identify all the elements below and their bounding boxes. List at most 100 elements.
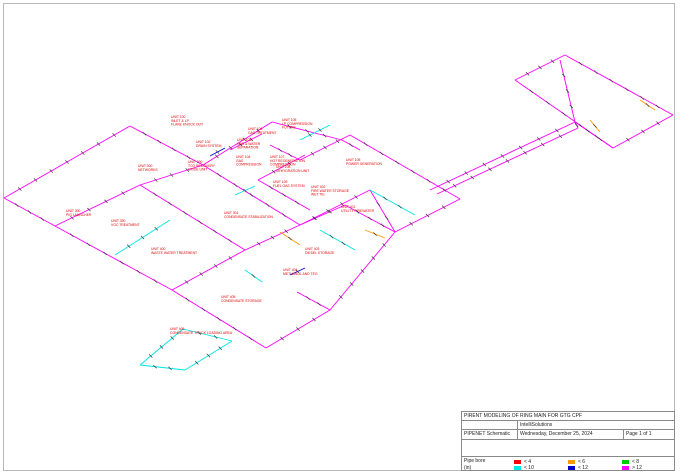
pipe-node[interactable] xyxy=(368,216,372,221)
pipe-node[interactable] xyxy=(288,236,292,241)
pipe-node[interactable] xyxy=(121,191,125,196)
pipe-node[interactable] xyxy=(411,169,415,174)
pipe-node[interactable] xyxy=(284,229,289,234)
pipe-node[interactable] xyxy=(168,201,172,206)
pipe-node[interactable] xyxy=(136,269,141,274)
pipe-node[interactable] xyxy=(593,124,597,128)
pipe-node[interactable] xyxy=(215,150,220,154)
pipe-node[interactable] xyxy=(500,154,505,158)
pipe-node[interactable] xyxy=(185,297,190,302)
pipe-node[interactable] xyxy=(228,238,232,243)
pipe-node[interactable] xyxy=(251,274,256,278)
pipe-segment[interactable] xyxy=(171,249,246,291)
pipe-node[interactable] xyxy=(157,139,162,144)
pipe-node[interactable] xyxy=(578,61,583,66)
pipe-node[interactable] xyxy=(518,145,523,150)
pipe-node[interactable] xyxy=(270,235,275,240)
pipe-node[interactable] xyxy=(425,213,430,218)
pipe-node[interactable] xyxy=(598,137,603,142)
pipe-node[interactable] xyxy=(555,128,559,133)
pipe-node[interactable] xyxy=(470,175,475,180)
pipe-node[interactable] xyxy=(317,302,321,306)
pipe-node[interactable] xyxy=(452,183,457,188)
pipe-node[interactable] xyxy=(153,279,158,283)
pipe-segment[interactable] xyxy=(296,291,331,311)
pipe-node[interactable] xyxy=(14,203,19,207)
pipe-node[interactable] xyxy=(233,183,238,187)
pipe-node[interactable] xyxy=(398,204,402,209)
pipe-node[interactable] xyxy=(645,103,650,107)
pipe-node[interactable] xyxy=(318,128,322,132)
pipe-node[interactable] xyxy=(323,145,327,150)
pipe-node[interactable] xyxy=(609,78,614,83)
pipe-node[interactable] xyxy=(550,59,555,64)
pipe-node[interactable] xyxy=(383,196,387,201)
pipe-node[interactable] xyxy=(308,133,312,137)
pipe-node[interactable] xyxy=(540,142,545,147)
pipe-node[interactable] xyxy=(562,112,566,116)
pipe-node[interactable] xyxy=(558,134,563,139)
pipe-node[interactable] xyxy=(395,160,399,165)
pipe-node[interactable] xyxy=(171,147,176,152)
pipe-node[interactable] xyxy=(198,220,202,224)
pipe-node[interactable] xyxy=(120,260,124,265)
pipe-node[interactable] xyxy=(335,139,340,144)
pipe-node[interactable] xyxy=(282,193,286,197)
pipe-node[interactable] xyxy=(464,171,469,175)
pipe-node[interactable] xyxy=(655,104,660,109)
pipe-node[interactable] xyxy=(69,233,74,237)
pipe-node[interactable] xyxy=(288,153,292,157)
pipe-node[interactable] xyxy=(523,150,527,155)
pipe-node[interactable] xyxy=(278,148,282,152)
pipe-node[interactable] xyxy=(104,199,108,204)
pipe-node[interactable] xyxy=(446,179,450,184)
pipe-node[interactable] xyxy=(201,307,206,312)
pipe-node[interactable] xyxy=(545,100,550,105)
pipe-node[interactable] xyxy=(27,210,32,214)
pipe-segment[interactable] xyxy=(139,364,186,371)
pipe-node[interactable] xyxy=(349,143,353,147)
pipe-network-schematic[interactable]: UNIT 100 INLET & LP FLARE KNOCK OUT UNIT 10… xyxy=(0,0,680,476)
pipe-node[interactable] xyxy=(640,96,644,100)
pipe-node[interactable] xyxy=(482,162,487,167)
pipe-node[interactable] xyxy=(538,65,542,70)
pipe-node[interactable] xyxy=(525,71,530,76)
pipe-node[interactable] xyxy=(354,195,358,199)
pipe-node[interactable] xyxy=(379,151,384,156)
pipe-node[interactable] xyxy=(217,173,222,177)
pipe-node[interactable] xyxy=(40,217,45,221)
pipe-node[interactable] xyxy=(341,241,346,246)
pipe-node[interactable] xyxy=(183,211,187,215)
pipe-node[interactable] xyxy=(441,205,446,210)
pipe-node[interactable] xyxy=(232,326,237,331)
pipe-node[interactable] xyxy=(186,155,191,160)
pipe-node[interactable] xyxy=(624,87,629,92)
pipe-node[interactable] xyxy=(488,167,492,172)
pipe-node[interactable] xyxy=(384,216,389,220)
pipe-node[interactable] xyxy=(329,234,334,239)
pipe-node[interactable] xyxy=(142,131,147,136)
pipe-node[interactable] xyxy=(380,223,385,228)
pipe-node[interactable] xyxy=(363,142,368,146)
pipe-segment[interactable] xyxy=(54,184,141,227)
pipe-node[interactable] xyxy=(376,202,381,206)
pipe-node[interactable] xyxy=(426,178,431,183)
pipe-node[interactable] xyxy=(86,242,91,247)
pipe-node[interactable] xyxy=(249,193,254,197)
pipe-node[interactable] xyxy=(153,192,157,197)
pipe-segment[interactable] xyxy=(299,124,331,141)
pipe-node[interactable] xyxy=(103,251,107,256)
pipe-node[interactable] xyxy=(536,137,541,141)
pipe-node[interactable] xyxy=(594,70,598,74)
pipe-node[interactable] xyxy=(87,207,91,212)
pipe-node[interactable] xyxy=(281,213,286,217)
pipe-node[interactable] xyxy=(213,229,217,234)
pipe-node[interactable] xyxy=(295,200,299,205)
pipe-node[interactable] xyxy=(505,159,510,163)
pipe-node[interactable] xyxy=(310,151,315,156)
pipe-node[interactable] xyxy=(529,89,534,94)
pipe-node[interactable] xyxy=(256,241,261,246)
pipe-node[interactable] xyxy=(409,221,414,226)
pipe-node[interactable] xyxy=(265,203,270,207)
pipe-node[interactable] xyxy=(306,296,310,300)
